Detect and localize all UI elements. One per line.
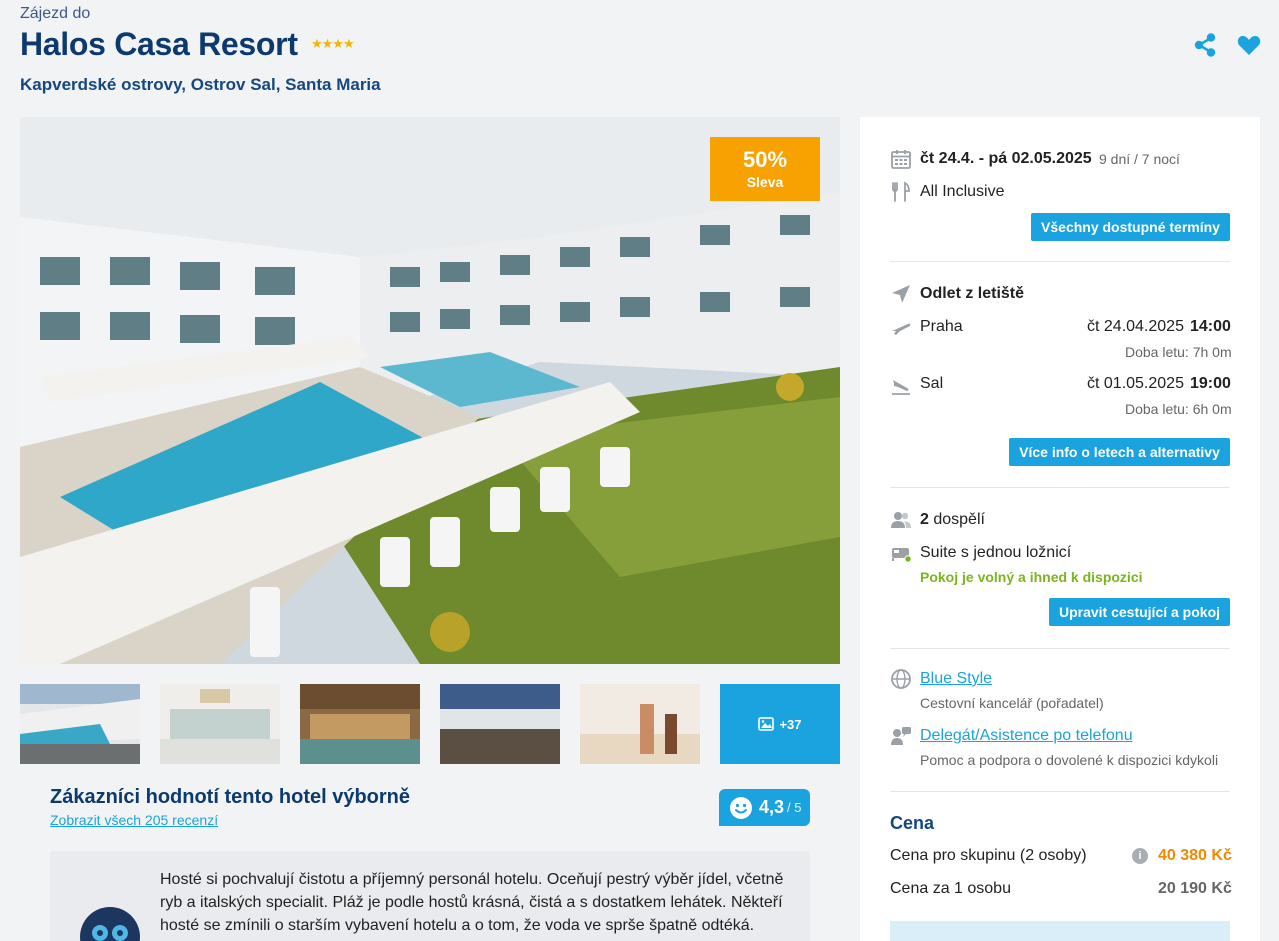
- more-photos-count: +37: [779, 716, 802, 732]
- gallery-thumbnail[interactable]: [160, 684, 280, 764]
- group-price-value: 40 380 Kč: [1158, 847, 1232, 864]
- room-availability: Pokoj je volný a ihned k dispozici: [920, 569, 1143, 585]
- info-icon[interactable]: i: [1132, 848, 1148, 864]
- outbound-time: 14:00: [1190, 318, 1231, 335]
- return-city: Sal: [920, 375, 944, 392]
- review-summary-text: Hosté si pochvalují čistotu a příjemný p…: [160, 871, 784, 934]
- gallery-thumbnail[interactable]: [300, 684, 420, 764]
- all-reviews-link[interactable]: Zobrazit všech 205 recenzí: [50, 812, 218, 828]
- calendar-icon: [891, 150, 911, 169]
- group-price-label: Cena pro skupinu (2 osoby): [890, 847, 1087, 864]
- departure-heading: Odlet z letiště: [920, 285, 1025, 302]
- delegate-description: Pomoc a podpora o dovolené k dispozici k…: [920, 752, 1219, 768]
- adults-count: 2: [920, 511, 929, 528]
- tour-operator-role: Cestovní kancelář (pořadatel): [920, 695, 1104, 711]
- rating-value: 4,3: [759, 797, 785, 817]
- reviews-heading: Zákazníci hodnotí tento hotel výborně: [50, 786, 411, 808]
- return-flight-duration: Doba letu: 6h 0m: [1125, 401, 1232, 417]
- discount-badge: 50% Sleva: [710, 137, 820, 201]
- price-heading: Cena: [890, 813, 935, 833]
- trip-duration: 9 dní / 7 nocí: [1099, 151, 1180, 167]
- tour-operator-link[interactable]: Blue Style: [920, 670, 992, 688]
- gallery-thumbnail[interactable]: [440, 684, 560, 764]
- all-dates-button[interactable]: Všechny dostupné termíny: [1031, 213, 1230, 241]
- rating-max: / 5: [787, 800, 802, 815]
- delegate-link[interactable]: Delegát/Asistence po telefonu: [920, 727, 1133, 745]
- board-type: All Inclusive: [920, 183, 1005, 200]
- photo-icon: [758, 717, 775, 731]
- divider: [890, 261, 1230, 262]
- divider: [890, 791, 1230, 792]
- people-icon: [891, 512, 911, 528]
- return-time: 19:00: [1190, 375, 1231, 392]
- flight-info-button[interactable]: Více info o letech a alternativy: [1009, 438, 1230, 466]
- outbound-flight-duration: Doba letu: 7h 0m: [1125, 344, 1232, 360]
- adults: 2 dospělí: [920, 511, 985, 529]
- room-type: Suite s jednou ložnicí: [920, 544, 1072, 561]
- pre-title: Zájezd do: [20, 5, 91, 22]
- more-photos-button[interactable]: +37: [720, 684, 840, 764]
- edit-travelers-button[interactable]: Upravit cestující a pokoj: [1049, 598, 1230, 626]
- bed-icon: [892, 548, 912, 563]
- globe-icon: [891, 669, 911, 689]
- hotel-title: Halos Casa Resort: [20, 26, 298, 62]
- divider: [890, 487, 1230, 488]
- adults-label: dospělí: [933, 511, 985, 528]
- heart-icon[interactable]: [1236, 32, 1262, 58]
- person-price-label: Cena za 1 osobu: [890, 880, 1011, 897]
- cutlery-icon: [892, 181, 910, 202]
- discount-label: Sleva: [746, 174, 784, 190]
- trip-dates: čt 24.4. - pá 02.05.2025: [920, 150, 1092, 167]
- discount-percent: 50%: [742, 147, 788, 172]
- plane-takeoff-icon: [892, 323, 911, 335]
- hotel-location: Kapverdské ostrovy, Ostrov Sal, Santa Ma…: [20, 75, 381, 94]
- price-promo-strip: [890, 921, 1230, 941]
- star-rating: ★★★★: [311, 36, 355, 51]
- person-price-value: 20 190 Kč: [1158, 880, 1232, 897]
- navigation-arrow-icon: [892, 285, 910, 303]
- outbound-city: Praha: [920, 318, 963, 335]
- owl-avatar: [80, 907, 140, 941]
- gallery-thumbnail[interactable]: [580, 684, 700, 764]
- outbound-date: čt 24.04.2025: [1087, 318, 1184, 335]
- return-date: čt 01.05.2025: [1087, 375, 1184, 392]
- share-icon[interactable]: [1192, 32, 1218, 58]
- plane-landing-icon: [892, 380, 910, 395]
- smiley-icon: [730, 796, 752, 819]
- support-person-icon: [891, 727, 911, 745]
- rating-badge: 4,3 / 5: [719, 789, 810, 826]
- divider: [890, 648, 1230, 649]
- gallery-thumbnail[interactable]: [20, 684, 140, 764]
